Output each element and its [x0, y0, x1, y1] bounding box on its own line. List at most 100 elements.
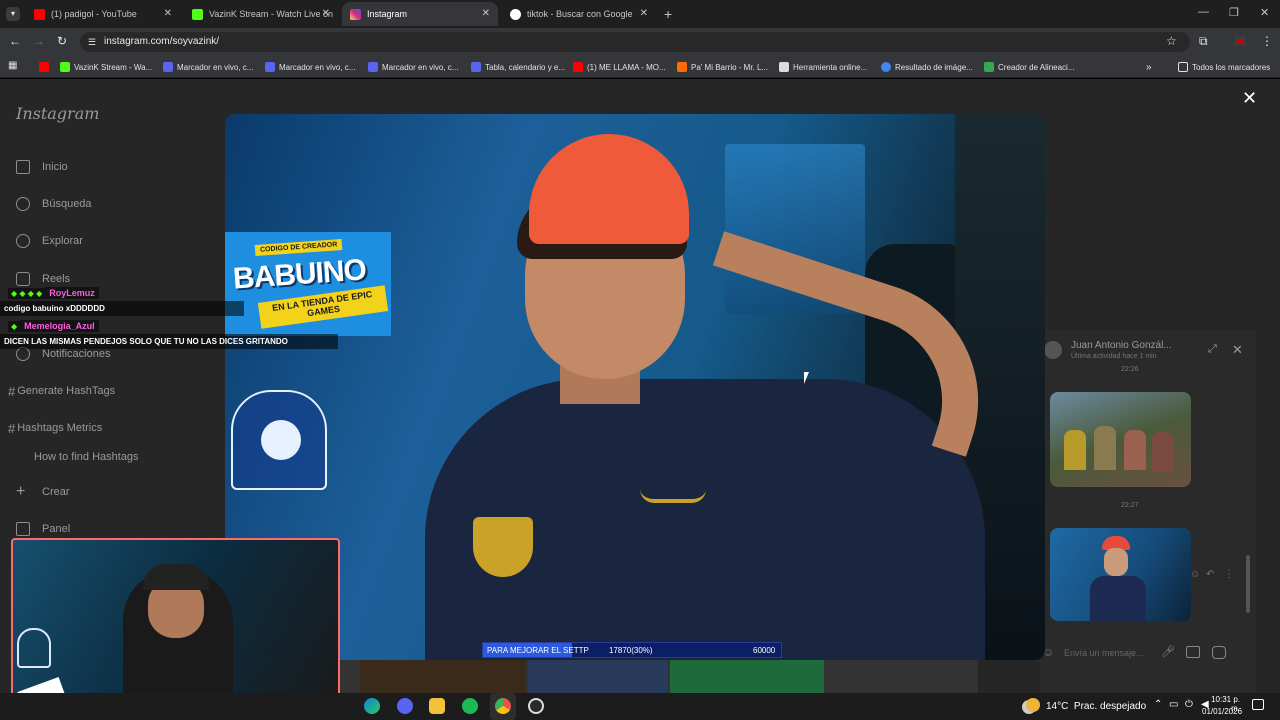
tab-kick[interactable]: VazinK Stream - Watch Live on ✕ [184, 2, 338, 26]
bookmark-item[interactable]: Herramienta online... [779, 60, 867, 74]
bookmark-star-icon[interactable]: ☆ [1166, 34, 1177, 48]
obs-icon[interactable] [528, 698, 544, 714]
heart-icon [16, 347, 30, 361]
bookmark-item[interactable]: Resultado de imáge... [881, 60, 973, 74]
restore-button[interactable]: ❐ [1229, 6, 1239, 19]
stream-video[interactable]: CODIGO DE CREADOR BABUINO EN LA TIENDA D… [225, 114, 1045, 660]
nav-reels[interactable]: Reels [16, 270, 70, 288]
all-bookmarks-folder[interactable]: Todos los marcadores [1178, 60, 1270, 74]
dm-scrollbar[interactable] [1246, 555, 1250, 613]
profile-icon[interactable] [1234, 36, 1246, 46]
close-tab-icon[interactable]: ✕ [640, 8, 648, 19]
dm-status: Última actividad hace 1 min [1071, 353, 1157, 360]
notifications-icon[interactable] [1252, 699, 1264, 710]
bookmark-youtube[interactable] [39, 60, 53, 74]
new-tab-button[interactable]: + [664, 6, 672, 22]
tab-youtube[interactable]: (1) padigol - YouTube ✕ [26, 2, 180, 26]
clock-date[interactable]: 01/01/2026 [1202, 707, 1242, 716]
nav-hashtags-metrics[interactable]: # Hashtags Metrics [8, 420, 102, 436]
webcam-overlay [11, 538, 340, 713]
bookmark-item[interactable]: Marcador en vivo, c... [265, 60, 355, 74]
reels-icon [16, 272, 30, 286]
close-tab-icon[interactable]: ✕ [322, 8, 330, 19]
image-icon[interactable] [1186, 646, 1200, 658]
address-bar[interactable]: ☰ instagram.com/soyvazink/ [80, 32, 1190, 52]
google-icon [881, 62, 891, 72]
nav-inicio[interactable]: Inicio [16, 158, 68, 176]
mouse-cursor [804, 372, 814, 384]
bookmark-item[interactable]: Marcador en vivo, c... [368, 60, 458, 74]
reply-icon[interactable]: ↶ [1206, 569, 1214, 580]
dm-message-input[interactable]: Envía un mensaje... [1064, 648, 1144, 658]
nav-panel[interactable]: Panel [16, 520, 70, 538]
chat-username: RoyLemuz [45, 287, 99, 299]
file-explorer-icon[interactable] [429, 698, 445, 714]
nav-generate-hashtags[interactable]: # Generate HashTags [8, 383, 115, 399]
pumas-lamp [231, 390, 327, 490]
microphone-icon[interactable]: 🎤︎ [1161, 645, 1175, 658]
dm-photo[interactable] [1050, 392, 1191, 487]
extensions-icon[interactable]: ⧉ [1199, 34, 1208, 49]
hashtag-icon: # [8, 420, 16, 436]
close-tab-icon[interactable]: ✕ [164, 8, 172, 19]
bookmark-item[interactable]: Marcador en vivo, c... [163, 60, 253, 74]
dm-avatar [1044, 341, 1062, 359]
nav-how-to-find-hashtags[interactable]: How to find Hashtags [34, 449, 139, 465]
battery-icon[interactable]: ⏻ [1185, 699, 1193, 710]
weather-text[interactable]: 14°C Prac. despejado [1046, 701, 1146, 712]
bookmark-item[interactable]: Tabla, calendario y e... [471, 60, 565, 74]
close-modal-icon[interactable]: ✕ [1242, 88, 1257, 109]
dm-contact-name[interactable]: Juan Antonio Gonzál... [1071, 340, 1172, 351]
hashtag-icon: # [8, 383, 16, 399]
shirt-swoosh [640, 489, 706, 503]
nav-busqueda[interactable]: Búsqueda [16, 195, 92, 213]
minimize-button[interactable]: — [1198, 6, 1209, 18]
chat-message: codigo babuino xDDDDDD [0, 301, 244, 316]
menu-icon[interactable]: ⋮ [1261, 34, 1273, 48]
youtube-icon [39, 62, 49, 72]
tab-google[interactable]: tiktok - Buscar con Google ✕ [502, 2, 656, 26]
tab-search-button[interactable]: ▾ [6, 7, 20, 21]
bookmark-item[interactable]: Creador de Alineaci... [984, 60, 1075, 74]
spotify-icon[interactable] [462, 698, 478, 714]
sticker-icon[interactable] [1212, 646, 1226, 659]
bookmark-item[interactable]: VazinK Stream - Wa... [60, 60, 152, 74]
network-icon[interactable]: ▭ [1169, 699, 1178, 710]
bookmark-item[interactable]: Pa' Mi Barrio - Mr. L... [677, 60, 768, 74]
more-bookmarks-icon[interactable]: » [1146, 60, 1152, 74]
goal-label: PARA MEJORAR EL SETTP [487, 646, 589, 655]
reload-button[interactable]: ↻ [57, 34, 67, 48]
emoji-react-icon[interactable]: ☺ [1190, 569, 1200, 580]
close-dm-icon[interactable]: ✕ [1232, 342, 1243, 358]
bookmark-favicon [677, 62, 687, 72]
close-window-button[interactable]: ✕ [1260, 6, 1269, 19]
edge-icon[interactable] [364, 698, 380, 714]
stream-chat-overlay: ◆ ◆ ◆ ◆ RoyLemuz codigo babuino xDDDDDD … [0, 287, 340, 349]
youtube-icon [34, 8, 45, 20]
close-tab-icon[interactable]: ✕ [482, 8, 490, 19]
discord-icon[interactable] [397, 698, 413, 714]
chat-badge-icons: ◆ [8, 320, 21, 332]
instagram-logo[interactable]: Instagram [16, 104, 99, 123]
back-button[interactable]: ← [9, 34, 21, 48]
tab-instagram[interactable]: Instagram ✕ [342, 2, 498, 26]
apps-icon[interactable]: ▦ [8, 60, 17, 71]
goal-value: 17870(30%) [609, 646, 653, 655]
more-options-icon[interactable]: ⋮ [1224, 569, 1234, 580]
chat-message: DICEN LAS MISMAS PENDEJOS SOLO QUE TU NO… [0, 334, 338, 349]
taskbar-active-indicator [490, 693, 516, 720]
nav-crear[interactable]: + Crear [16, 483, 70, 501]
show-hidden-icons[interactable]: ⌃ [1154, 699, 1162, 710]
compass-icon [16, 234, 30, 248]
bookmark-favicon [984, 62, 994, 72]
goal-bar: PARA MEJORAR EL SETTP 17870(30%) 60000 [482, 642, 782, 658]
site-info-icon[interactable]: ☰ [88, 32, 96, 52]
chat-badge-icons: ◆ ◆ ◆ ◆ [8, 287, 46, 299]
expand-icon[interactable]: ⤢ [1208, 343, 1217, 356]
bookmark-favicon [471, 62, 481, 72]
dm-photo[interactable] [1050, 528, 1191, 621]
bookmark-item[interactable]: (1) ME LLAMA - MO... [573, 60, 666, 74]
folder-icon [1178, 62, 1188, 72]
nav-explorar[interactable]: Explorar [16, 232, 83, 250]
forward-button[interactable]: → [33, 34, 45, 48]
